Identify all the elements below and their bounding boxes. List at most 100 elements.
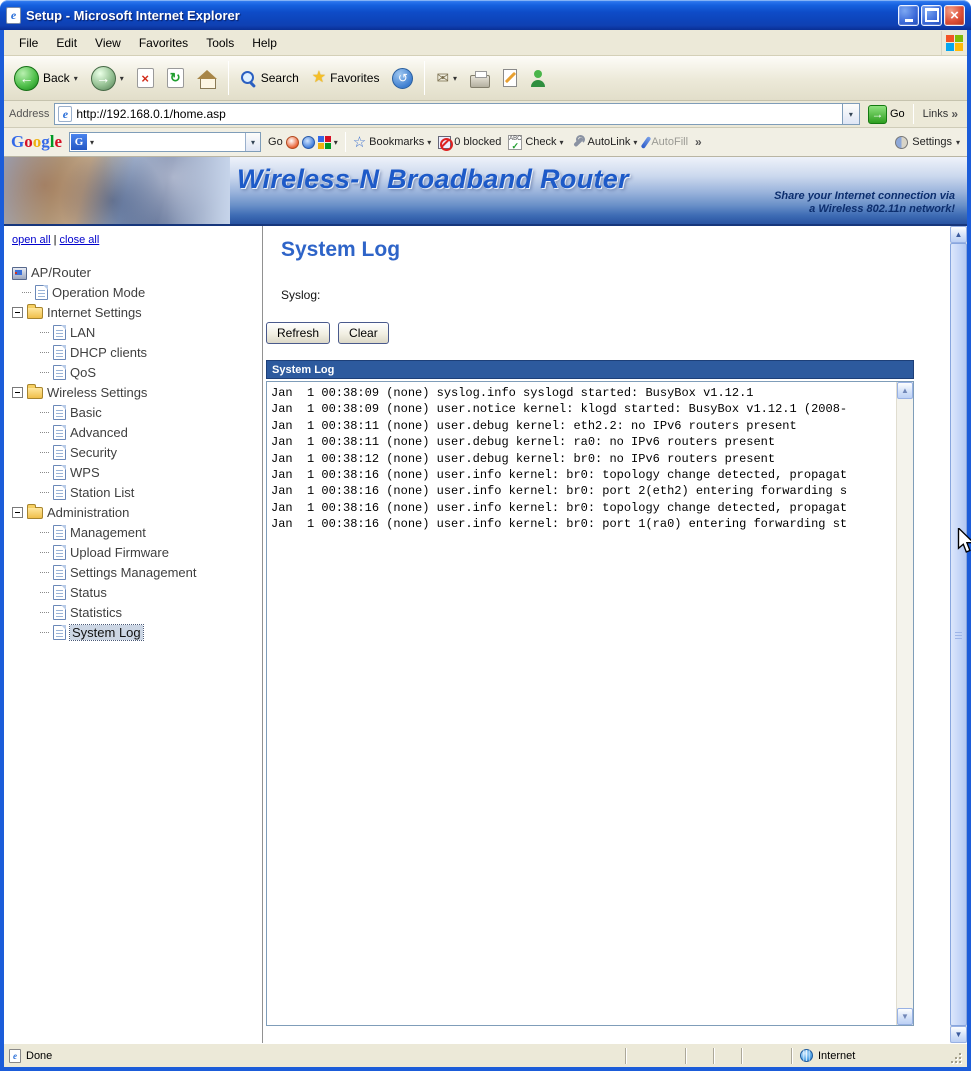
scroll-up-icon[interactable]: ▲: [950, 226, 967, 243]
tree-item-label[interactable]: Statistics: [70, 605, 122, 620]
spellcheck-button[interactable]: ABC ✓ Check ▾: [508, 134, 564, 150]
back-dropdown-icon[interactable]: ▾: [74, 74, 78, 83]
menu-item[interactable]: Edit: [47, 32, 86, 54]
tree-item[interactable]: QoS: [4, 362, 262, 382]
google-search-input[interactable]: G ▾ ▾: [69, 132, 262, 152]
close-all-link[interactable]: close all: [60, 234, 100, 246]
log-scrollbar[interactable]: ▲ ▼: [896, 382, 913, 1025]
tree-item[interactable]: Security: [4, 442, 262, 462]
google-search-type-caret[interactable]: ▾: [90, 138, 94, 147]
tree-item[interactable]: Settings Management: [4, 562, 262, 582]
tree-item-label[interactable]: Wireless Settings: [47, 385, 147, 400]
collapse-icon[interactable]: [12, 386, 23, 398]
refresh-log-button[interactable]: Refresh: [266, 322, 331, 344]
mail-dropdown-icon[interactable]: ▾: [453, 74, 457, 83]
messenger-button[interactable]: [524, 66, 552, 90]
address-input[interactable]: e http://192.168.0.1/home.asp ▾: [54, 103, 860, 125]
clear-log-button[interactable]: Clear: [338, 322, 389, 344]
log-scroll-down-icon[interactable]: ▼: [897, 1008, 913, 1025]
menu-item[interactable]: File: [10, 32, 47, 54]
log-scroll-up-icon[interactable]: ▲: [897, 382, 913, 399]
tree-item-label[interactable]: Status: [70, 585, 107, 600]
tree-item-label[interactable]: System Log: [69, 623, 144, 641]
menu-item[interactable]: Tools: [197, 32, 243, 54]
tree-item[interactable]: Administration: [4, 502, 262, 522]
print-button[interactable]: [464, 66, 496, 91]
edit-button[interactable]: [497, 66, 523, 90]
stop-button[interactable]: ×: [131, 65, 160, 91]
tree-item-label[interactable]: Management: [70, 525, 146, 540]
google-overflow-chevron-icon[interactable]: »: [695, 135, 702, 149]
google-pagerank-icon[interactable]: [285, 135, 299, 149]
tree-item-label[interactable]: LAN: [70, 325, 95, 340]
log-textarea[interactable]: Jan 1 00:38:09 (none) syslog.info syslog…: [266, 381, 914, 1026]
tree-item-label[interactable]: Advanced: [70, 425, 128, 440]
minimize-button[interactable]: [898, 4, 919, 26]
tree-item-label[interactable]: Settings Management: [70, 565, 196, 580]
spellcheck-caret[interactable]: ▾: [560, 138, 564, 147]
tree-item-label[interactable]: AP/Router: [31, 265, 91, 280]
tree-item[interactable]: Statistics: [4, 602, 262, 622]
home-button[interactable]: [191, 65, 223, 91]
popup-blocker-button[interactable]: 0 blocked: [438, 135, 501, 151]
tree-item-label[interactable]: QoS: [70, 365, 96, 380]
settings-caret[interactable]: ▾: [956, 138, 960, 147]
tree-item-label[interactable]: Operation Mode: [52, 285, 145, 300]
links-toolbar[interactable]: Links »: [919, 107, 962, 121]
refresh-button[interactable]: ↻: [161, 65, 190, 91]
autofill-button[interactable]: AutoFill: [640, 135, 688, 149]
google-bookmarks-button[interactable]: ☆ Bookmarks ▾: [353, 135, 432, 150]
collapse-icon[interactable]: [12, 306, 23, 318]
tree-item[interactable]: Advanced: [4, 422, 262, 442]
tree-item-label[interactable]: WPS: [70, 465, 100, 480]
tree-item-label[interactable]: Station List: [70, 485, 134, 500]
go-button[interactable]: → Go: [865, 104, 908, 124]
google-settings-button[interactable]: Settings ▾: [895, 135, 960, 149]
search-button[interactable]: Search: [234, 67, 305, 90]
open-all-link[interactable]: open all: [12, 234, 51, 246]
tree-item[interactable]: Internet Settings: [4, 302, 262, 322]
bookmarks-caret[interactable]: ▾: [427, 138, 431, 147]
google-site-search-icon[interactable]: [301, 135, 315, 149]
close-button[interactable]: [944, 4, 965, 26]
tree-item[interactable]: WPS: [4, 462, 262, 482]
google-search-dropdown-icon[interactable]: ▾: [245, 133, 261, 151]
scroll-down-icon[interactable]: ▼: [950, 1026, 967, 1043]
tree-item-label[interactable]: Upload Firmware: [70, 545, 169, 560]
links-chevron-icon[interactable]: »: [951, 107, 958, 121]
scrollbar-thumb[interactable]: [950, 243, 967, 1026]
maximize-button[interactable]: [921, 4, 942, 26]
address-dropdown-icon[interactable]: ▾: [841, 104, 859, 124]
tree-item[interactable]: System Log: [4, 622, 262, 642]
tree-item[interactable]: Basic: [4, 402, 262, 422]
tree-item[interactable]: Station List: [4, 482, 262, 502]
tree-item-label[interactable]: Internet Settings: [47, 305, 142, 320]
menu-item[interactable]: View: [86, 32, 130, 54]
google-apps-icon[interactable]: [317, 135, 331, 149]
tree-item-label[interactable]: DHCP clients: [70, 345, 147, 360]
menu-item[interactable]: Help: [243, 32, 286, 54]
tree-item-label[interactable]: Security: [70, 445, 117, 460]
autolink-button[interactable]: AutoLink ▾: [571, 135, 637, 149]
tree-item[interactable]: LAN: [4, 322, 262, 342]
tree-item[interactable]: AP/Router: [4, 262, 262, 282]
back-button[interactable]: ← Back ▾: [8, 63, 84, 94]
tree-item[interactable]: DHCP clients: [4, 342, 262, 362]
tree-item[interactable]: Status: [4, 582, 262, 602]
forward-dropdown-icon[interactable]: ▾: [120, 74, 124, 83]
menu-item[interactable]: Favorites: [130, 32, 197, 54]
tree-item-label[interactable]: Basic: [70, 405, 102, 420]
tree-item[interactable]: Upload Firmware: [4, 542, 262, 562]
resize-grip[interactable]: [949, 1051, 964, 1066]
collapse-icon[interactable]: [12, 506, 23, 518]
tree-item-label[interactable]: Administration: [47, 505, 129, 520]
tree-item[interactable]: Operation Mode: [4, 282, 262, 302]
tree-item[interactable]: Wireless Settings: [4, 382, 262, 402]
history-button[interactable]: ↺: [386, 65, 419, 92]
titlebar[interactable]: Setup - Microsoft Internet Explorer: [0, 0, 971, 30]
google-tools-caret[interactable]: ▾: [334, 138, 338, 147]
mail-button[interactable]: ✉ ▾: [430, 66, 463, 90]
autolink-caret[interactable]: ▾: [633, 138, 637, 147]
forward-button[interactable]: → ▾: [85, 63, 130, 94]
favorites-button[interactable]: ★ Favorites: [306, 67, 386, 89]
